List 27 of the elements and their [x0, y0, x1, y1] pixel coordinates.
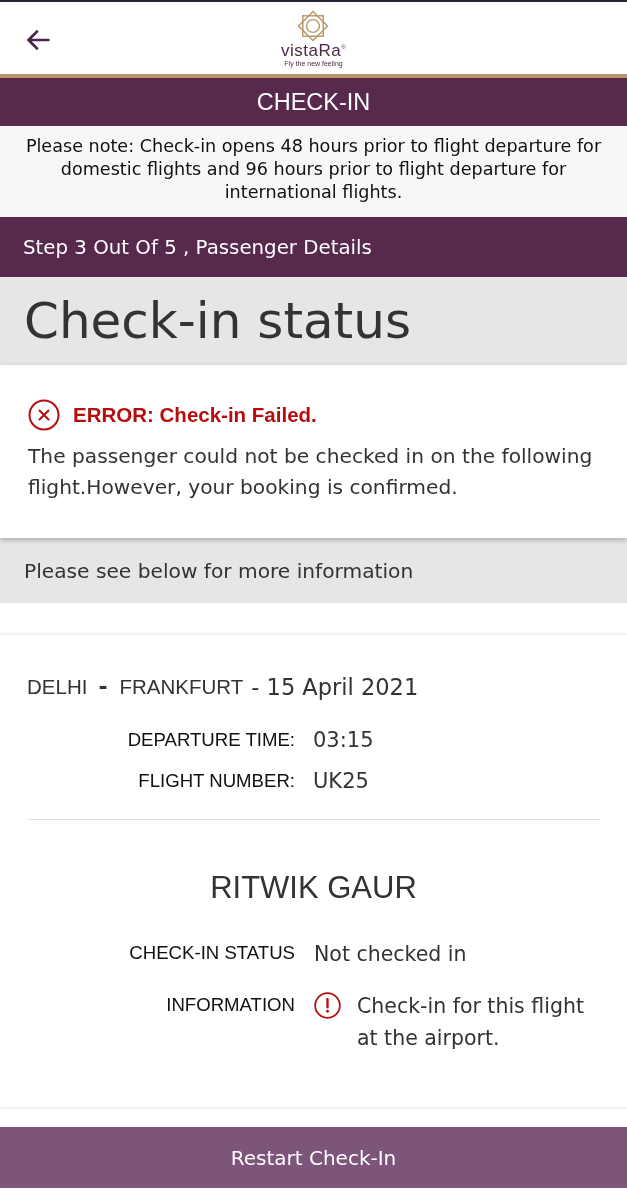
title-bar: CHECK-IN: [0, 78, 627, 126]
exclamation-circle-icon: [314, 992, 341, 1019]
notice-text: Please note: Check-in opens 48 hours prior to flight departure for domestic flights and 96 hours prior to flight departure for international flights.: [24, 135, 603, 204]
flight-date: - 15 April 2021: [251, 674, 419, 700]
step-bar: Step 3 Out Of 5 , Passenger Details: [0, 217, 627, 277]
detail-value: 03:15: [313, 727, 374, 752]
logo-wordmark: vistaRa$^{®}$: [280, 43, 347, 58]
destination-city: FRANKFURT: [119, 675, 244, 699]
page-heading: Check-in status: [24, 291, 411, 351]
alert-message: The passenger could not be checked in on the following flight.However, your booking is confirmed.: [28, 443, 594, 501]
logo-emblem-icon: [296, 8, 331, 43]
field-label: INFORMATION: [165, 993, 295, 1017]
field-value: Not checked in: [314, 941, 467, 968]
route-separator: -: [98, 677, 108, 697]
restart-check-in-button[interactable]: Restart Check-In: [0, 1127, 627, 1188]
origin-city: DELHI: [27, 675, 88, 699]
detail-label: FLIGHT NUMBER:: [137, 769, 295, 792]
error-x-circle-icon: [28, 399, 60, 431]
passenger-name: RITWIK GAUR: [209, 869, 418, 907]
back-button[interactable]: [25, 29, 51, 51]
info-text: Please see below for more information: [24, 558, 414, 583]
back-arrow-icon: [26, 30, 50, 50]
field-value: Check-in for this flight at the airport.: [357, 993, 585, 1052]
detail-value: UK25: [313, 768, 369, 793]
alert-title: ERROR: Check-in Failed.: [73, 403, 317, 427]
field-label: CHECK-IN STATUS: [128, 941, 295, 965]
detail-label: DEPARTURE TIME:: [126, 728, 295, 751]
